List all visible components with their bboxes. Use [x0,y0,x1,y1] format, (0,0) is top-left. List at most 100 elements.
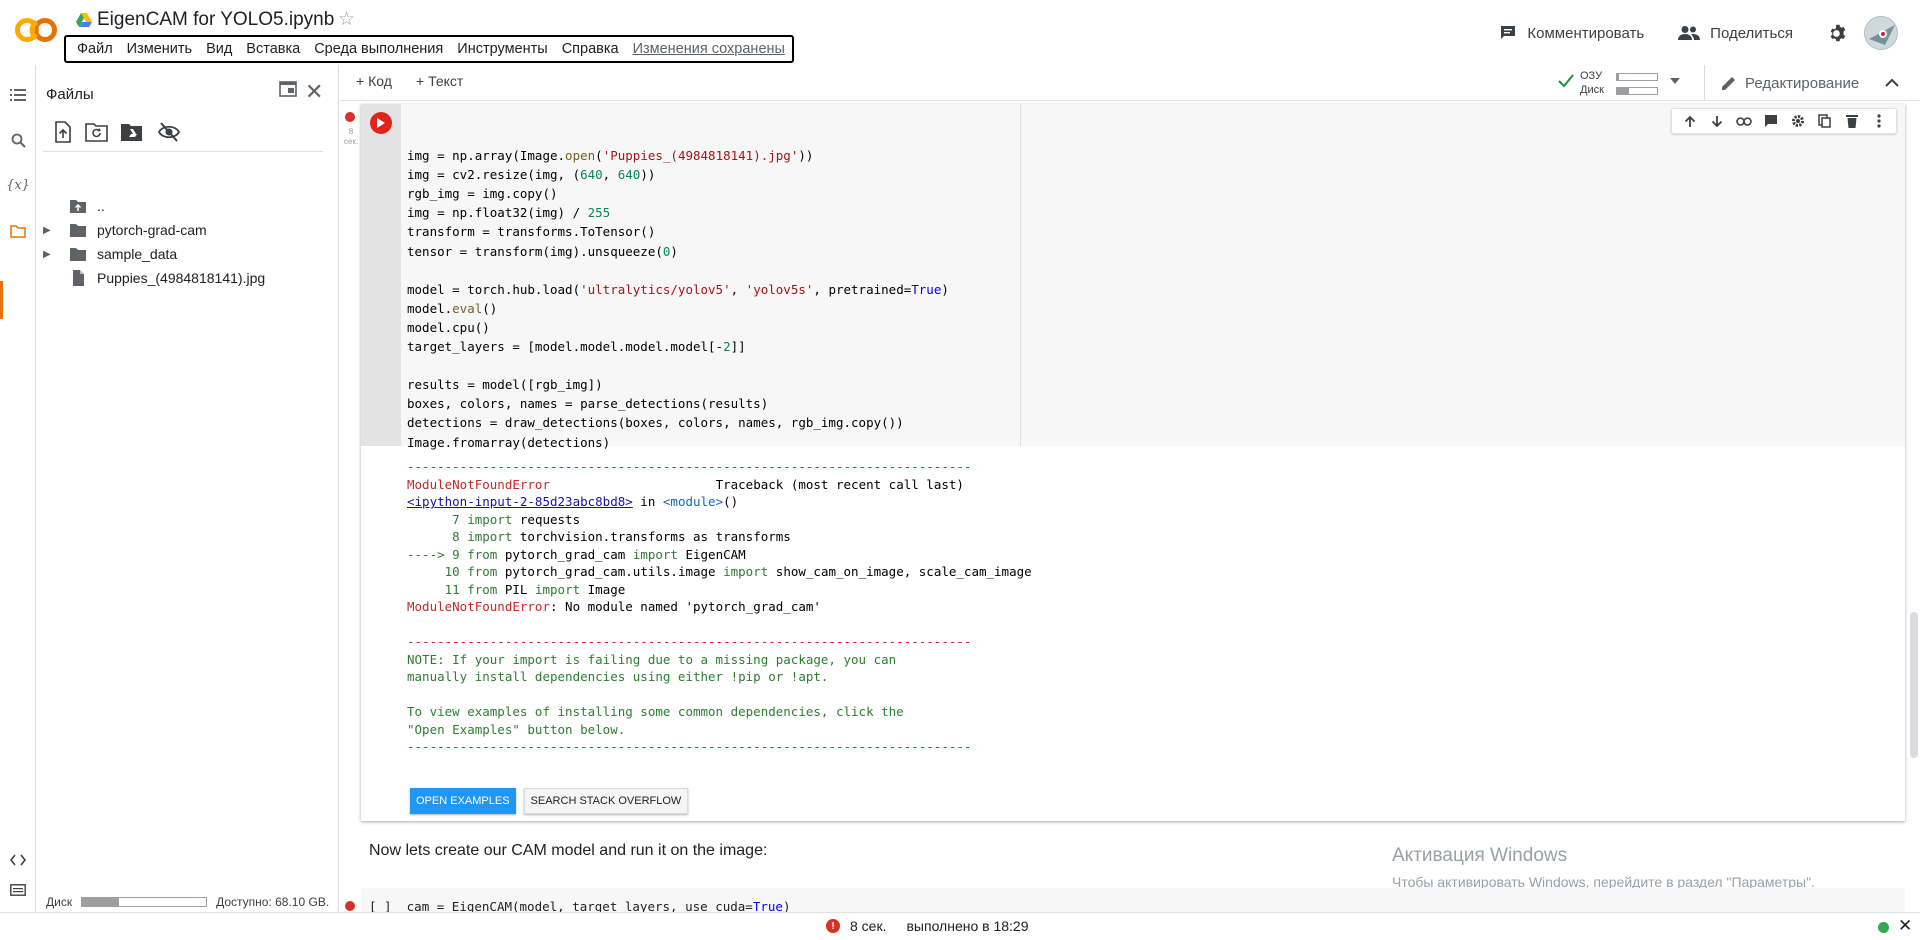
header: EigenCAM for YOLO5.ipynb ☆ Файл Изменить… [0,0,1920,64]
menu-bar: Файл Изменить Вид Вставка Среда выполнен… [64,35,794,63]
menu-help[interactable]: Справка [555,41,626,57]
tree-item-puppies-jpg[interactable]: Puppies_(4984818141).jpg [37,267,265,289]
comment-button[interactable]: Комментировать [1499,24,1644,42]
editing-mode-button[interactable]: Редактирование [1704,65,1859,101]
windows-activation-watermark: Активация Windows Чтобы активировать Win… [1392,845,1815,890]
move-up-icon[interactable] [1676,110,1703,132]
code-line: img = cv2.resize(img, (640, 640)) [407,167,656,183]
search-icon[interactable] [8,130,28,150]
tree-item-label: .. [97,198,105,214]
hide-files-icon[interactable] [157,121,181,143]
mirror-cell-icon[interactable] [1811,110,1838,132]
mount-drive-icon[interactable] [120,121,144,143]
open-in-tab-icon[interactable] [279,81,297,97]
output-dash-line: ----------------------------------------… [407,739,972,754]
text-cell[interactable]: Now lets create our CAM model and run it… [369,842,767,860]
notebook-toolbar: + Код + Текст ОЗУ Диск Редактирование [340,65,1920,101]
delete-icon[interactable] [1838,110,1865,132]
close-icon[interactable]: ✕ [1898,916,1912,936]
notebook-title[interactable]: EigenCAM for YOLO5.ipynb [97,9,334,31]
terminal-icon[interactable] [8,880,28,900]
menu-runtime[interactable]: Среда выполнения [307,41,450,57]
comment-icon [1501,26,1516,39]
scrollbar-thumb[interactable] [1910,612,1918,758]
avatar[interactable] [1864,16,1898,50]
toc-icon[interactable] [8,85,28,105]
folder-icon [70,224,86,237]
code-line: tensor = transform(img).unsqueeze(0) [407,243,678,259]
share-button[interactable]: Поделиться [1678,25,1793,42]
menu-tools[interactable]: Инструменты [450,41,554,57]
status-bar: ! 8 сек. выполнено в 18:29 ✕ [0,912,1920,940]
colab-logo[interactable] [14,12,58,48]
tree-item-sample-data[interactable]: ▶ sample_data [37,243,177,265]
move-down-icon[interactable] [1703,110,1730,132]
google-drive-icon [76,13,92,27]
gear-icon[interactable] [1784,110,1811,132]
code-line: model.cpu() [407,319,490,335]
menu-file[interactable]: Файл [70,41,120,57]
menu-edit[interactable]: Изменить [120,41,199,57]
expand-caret-icon[interactable]: ▶ [43,249,57,260]
disk-label: Диск [1580,84,1604,96]
error-badge-icon [345,901,355,911]
menu-insert[interactable]: Вставка [239,41,307,57]
variables-icon[interactable]: {x} [6,175,30,195]
star-icon[interactable]: ☆ [338,8,355,31]
error-badge-icon [345,112,355,122]
code-line: rgb_img = img.copy() [407,186,558,202]
code-line: target_layers = [model.model.model.model… [407,339,746,355]
final-error-name: ModuleNotFoundError [407,599,550,614]
comment-icon[interactable] [1757,110,1784,132]
gear-icon [1830,24,1846,41]
module-paren: () [723,494,739,509]
close-icon[interactable]: ✕ [305,79,323,105]
menu-view[interactable]: Вид [199,41,239,57]
resources-indicator[interactable]: ОЗУ Диск [1558,67,1688,97]
error-icon: ! [826,919,840,933]
error-name: ModuleNotFoundError [407,476,550,492]
final-error-text: : No module named 'pytorch_grad_cam' [550,599,821,614]
open-examples-button[interactable]: OPEN EXAMPLES [410,788,516,814]
status-completed: выполнено в 18:29 [906,918,1029,934]
in-text: in [632,494,663,509]
folder-icon [70,248,86,261]
tree-item-parent[interactable]: .. [37,195,105,217]
folder-icon[interactable] [8,221,28,241]
code-line: model = torch.hub.load('ultralytics/yolo… [407,281,949,297]
ipython-input-link[interactable]: <ipython-input-2-85d23abc8bd8> [407,494,633,509]
expand-caret-icon[interactable]: ▶ [43,225,57,236]
run-cell-button[interactable] [370,112,392,134]
play-icon [377,118,385,128]
search-stack-overflow-button[interactable]: SEARCH STACK OVERFLOW [523,788,689,814]
chevron-down-icon[interactable] [1670,78,1680,84]
code-line: boxes, colors, names = parse_detections(… [407,396,769,412]
tree-item-pytorch-grad-cam[interactable]: ▶ pytorch-grad-cam [37,219,207,241]
tree-item-label: pytorch-grad-cam [97,222,207,238]
link-icon[interactable] [1730,110,1757,132]
cell-exec-time: 8 сек. [343,127,359,146]
output-buttons: OPEN EXAMPLES SEARCH STACK OVERFLOW [410,788,689,814]
code-line: results = model([rgb_img]) [407,377,603,393]
ruler-line [1020,104,1021,446]
add-text-button[interactable]: + Текст [416,73,463,89]
connected-dot-icon [1878,922,1889,933]
folder-up-icon [70,200,86,213]
upload-file-icon[interactable] [51,121,75,143]
saved-status-link[interactable]: Изменения сохранены [626,41,792,57]
ram-label: ОЗУ [1580,70,1603,82]
traceback-line: ----> 9 from pytorch_grad_cam import Eig… [407,546,746,562]
chevron-up-icon[interactable] [1880,71,1904,95]
disk-label: Диск [46,895,73,909]
add-code-button[interactable]: + Код [356,73,392,89]
settings-button[interactable] [1827,24,1846,43]
execution-status[interactable]: ! 8 сек. выполнено в 18:29 [826,918,1029,934]
code-snippets-icon[interactable] [8,850,28,870]
code-text[interactable]: img = np.array(Image.open('Puppies_(4984… [407,127,949,452]
traceback-line: 8 import torchvision.transforms as trans… [407,529,791,544]
code-cell[interactable]: img = np.array(Image.open('Puppies_(4984… [361,104,1905,821]
refresh-folder-icon[interactable] [85,121,109,143]
toolbar-disk-fill [1617,88,1629,94]
more-options-icon[interactable] [1865,110,1892,132]
code-editor[interactable]: img = np.array(Image.open('Puppies_(4984… [401,104,1905,450]
